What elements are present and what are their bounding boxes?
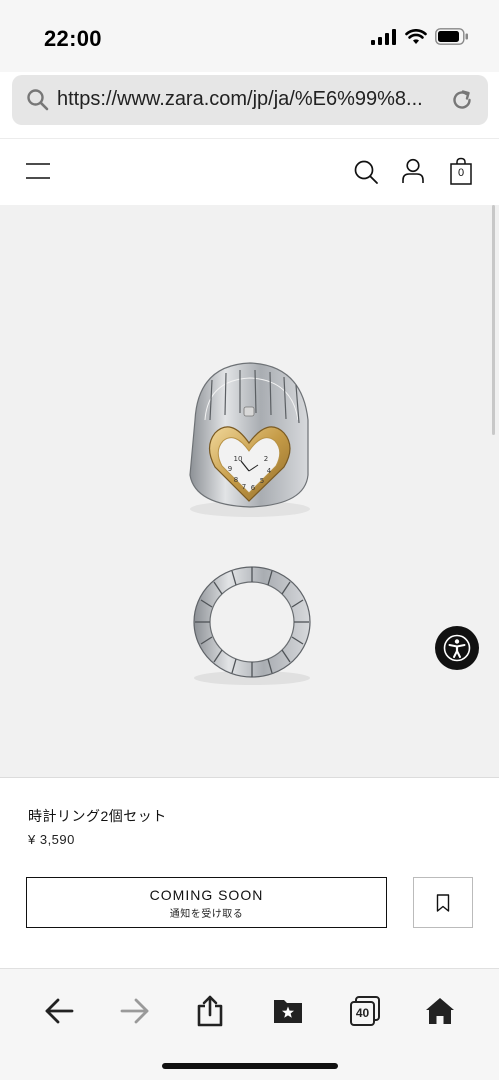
- bookmarks-icon: [274, 1000, 302, 1023]
- product-price: ¥ 3,590: [28, 832, 75, 847]
- home-icon: [426, 998, 454, 1024]
- divider: [0, 777, 499, 778]
- svg-text:2: 2: [264, 455, 268, 463]
- svg-text:8: 8: [234, 476, 238, 484]
- home-button[interactable]: [420, 991, 460, 1031]
- bag-icon[interactable]: 0: [450, 157, 472, 185]
- back-button[interactable]: [39, 991, 79, 1031]
- reload-icon[interactable]: [450, 88, 474, 112]
- coming-soon-button[interactable]: COMING SOON 通知を受け取る: [26, 877, 387, 928]
- bookmarks-button[interactable]: [268, 991, 308, 1031]
- back-arrow-icon: [45, 998, 74, 1024]
- product-image[interactable]: 10 9 8 7 6 5 4 2: [0, 205, 499, 777]
- status-icons: [371, 28, 469, 45]
- accessibility-icon: [443, 634, 471, 662]
- tabs-icon: 40: [350, 996, 380, 1026]
- tabs-button[interactable]: 40: [345, 991, 385, 1031]
- svg-text:5: 5: [260, 477, 264, 485]
- svg-text:4: 4: [267, 467, 272, 475]
- search-icon[interactable]: [353, 159, 379, 185]
- svg-text:6: 6: [251, 484, 256, 492]
- forward-arrow-icon: [120, 998, 149, 1024]
- url-text[interactable]: https://www.zara.com/jp/ja/%E6%99%8...: [57, 88, 452, 111]
- wifi-icon: [405, 28, 427, 44]
- share-button[interactable]: [190, 991, 230, 1031]
- forward-button[interactable]: [115, 991, 155, 1031]
- ring-watch-photo: 10 9 8 7 6 5 4 2: [189, 362, 311, 685]
- scrollbar[interactable]: [492, 205, 495, 435]
- account-icon[interactable]: [401, 158, 425, 184]
- home-indicator: [162, 1063, 338, 1069]
- accessibility-button[interactable]: [435, 626, 479, 670]
- bookmark-icon: [436, 893, 450, 912]
- bag-count: 0: [457, 167, 465, 179]
- status-bar: 22:00: [0, 0, 499, 72]
- menu-icon[interactable]: [26, 161, 50, 181]
- battery-icon: [435, 28, 468, 45]
- share-icon: [197, 995, 223, 1027]
- search-icon: [27, 89, 49, 111]
- product-name: 時計リング2個セット: [28, 808, 167, 824]
- site-header: 0: [0, 139, 499, 205]
- signal-icon: [371, 28, 396, 45]
- address-bar[interactable]: https://www.zara.com/jp/ja/%E6%99%8...: [12, 75, 488, 125]
- svg-text:7: 7: [242, 483, 246, 491]
- status-time: 22:00: [44, 26, 102, 51]
- coming-soon-label: COMING SOON: [149, 887, 264, 903]
- tab-count: 40: [355, 1006, 370, 1020]
- svg-text:9: 9: [228, 465, 232, 473]
- notify-sublabel: 通知を受け取る: [169, 909, 244, 920]
- bookmark-button[interactable]: [413, 877, 473, 928]
